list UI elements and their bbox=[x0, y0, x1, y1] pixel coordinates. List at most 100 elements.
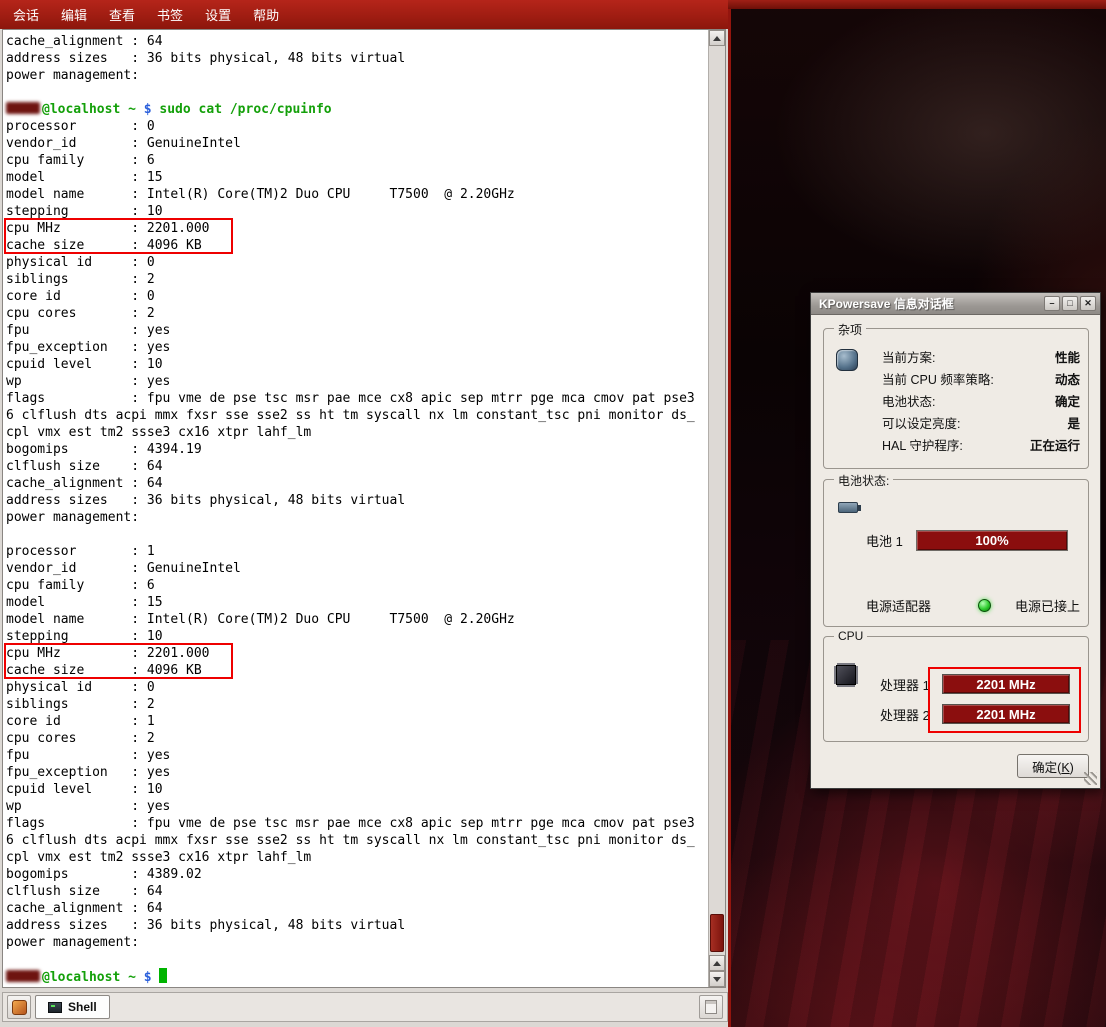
minimize-button[interactable]: – bbox=[1044, 296, 1060, 311]
terminal-line: bogomips : 4389.02 bbox=[6, 866, 708, 883]
row-label: 当前方案: bbox=[882, 347, 935, 366]
dialog-body: 杂项 当前方案:性能当前 CPU 频率策略:动态电池状态:确定可以设定亮度:是H… bbox=[811, 316, 1100, 788]
terminal-body: cache_alignment : 64address sizes : 36 b… bbox=[2, 29, 726, 988]
group-legend: 杂项 bbox=[834, 321, 866, 338]
group-legend: 电池状态: bbox=[834, 472, 893, 489]
terminal-line: fpu_exception : yes bbox=[6, 764, 708, 781]
row-value: 正在运行 bbox=[1030, 435, 1080, 454]
battery-progressbar: 100% bbox=[916, 530, 1068, 551]
battery-label: 电池 1 bbox=[866, 531, 910, 550]
terminal-scrollbar[interactable] bbox=[708, 30, 725, 987]
menu-item-help[interactable]: 帮助 bbox=[242, 1, 290, 28]
row-value: 性能 bbox=[1055, 347, 1080, 366]
cpu-row: 处理器 12201 MHz bbox=[880, 669, 1074, 699]
menubar: 会话编辑查看书签设置帮助 bbox=[0, 0, 728, 29]
terminal-line: fpu_exception : yes bbox=[6, 339, 708, 356]
menu-item-session[interactable]: 会话 bbox=[2, 1, 50, 28]
resize-grip[interactable] bbox=[1084, 772, 1097, 785]
dialog-titlebar[interactable]: KPowersave 信息对话框 – □ ✕ bbox=[811, 293, 1100, 315]
misc-row: 可以设定亮度: 是 bbox=[882, 411, 1080, 433]
terminal-line: model : 15 bbox=[6, 169, 708, 186]
menu-item-bookmarks[interactable]: 书签 bbox=[146, 1, 194, 28]
scroll-up-button-bottom[interactable] bbox=[709, 955, 725, 971]
terminal-line: siblings : 2 bbox=[6, 696, 708, 713]
menu-item-view[interactable]: 查看 bbox=[98, 1, 146, 28]
terminal-line: address sizes : 36 bits physical, 48 bit… bbox=[6, 50, 708, 67]
terminal-line: 6 clflush dts acpi mmx fxsr sse sse2 ss … bbox=[6, 832, 708, 849]
misc-row: 当前方案: 性能 bbox=[882, 345, 1080, 367]
battery-icon bbox=[838, 502, 858, 513]
terminal-line: stepping : 10 bbox=[6, 203, 708, 220]
terminal-line: processor : 0 bbox=[6, 118, 708, 135]
tab-shell[interactable]: Shell bbox=[35, 995, 110, 1019]
terminal-line: flags : fpu vme de pse tsc msr pae mce c… bbox=[6, 815, 708, 832]
row-value: 动态 bbox=[1055, 369, 1080, 388]
cpu-frequency-badge: 2201 MHz bbox=[942, 674, 1070, 694]
misc-row: HAL 守护程序: 正在运行 bbox=[882, 433, 1080, 455]
terminal-line: clflush size : 64 bbox=[6, 883, 708, 900]
cpu-rows: 处理器 12201 MHz处理器 22201 MHz bbox=[880, 669, 1074, 729]
row-value: 确定 bbox=[1055, 391, 1080, 410]
terminal-line bbox=[6, 951, 708, 968]
desktop-top-strip bbox=[728, 0, 1106, 9]
terminal-line: model : 15 bbox=[6, 594, 708, 611]
terminal-output[interactable]: cache_alignment : 64address sizes : 36 b… bbox=[3, 30, 708, 987]
cpu-frequency-badge: 2201 MHz bbox=[942, 704, 1070, 724]
battery-percent: 100% bbox=[975, 533, 1008, 548]
menu-item-edit[interactable]: 编辑 bbox=[50, 1, 98, 28]
terminal-line: cpu cores : 2 bbox=[6, 730, 708, 747]
terminal-line: address sizes : 36 bits physical, 48 bit… bbox=[6, 492, 708, 509]
terminal-line: physical id : 0 bbox=[6, 254, 708, 271]
terminal-line: cpl vmx est tm2 ssse3 cx16 xtpr lahf_lm bbox=[6, 424, 708, 441]
adapter-row: 电源适配器 电源已接上 bbox=[866, 596, 1080, 615]
terminal-line: cpu cores : 2 bbox=[6, 305, 708, 322]
arrow-down-icon bbox=[713, 977, 721, 982]
menu-item-settings[interactable]: 设置 bbox=[194, 1, 242, 28]
scrollbar-thumb[interactable] bbox=[710, 914, 724, 952]
group-misc: 杂项 当前方案:性能当前 CPU 频率策略:动态电池状态:确定可以设定亮度:是H… bbox=[823, 328, 1089, 469]
session-list-icon bbox=[705, 1000, 717, 1014]
terminal-line: power management: bbox=[6, 509, 708, 526]
session-tabbar: Shell bbox=[2, 992, 728, 1022]
ok-button[interactable]: 确定(K) bbox=[1017, 754, 1089, 778]
row-label: 可以设定亮度: bbox=[882, 413, 960, 432]
session-list-button[interactable] bbox=[699, 995, 723, 1019]
terminal-line: address sizes : 36 bits physical, 48 bit… bbox=[6, 917, 708, 934]
adapter-led-icon bbox=[978, 599, 991, 612]
screen: 会话编辑查看书签设置帮助 cache_alignment : 64address… bbox=[0, 0, 1106, 1027]
terminal-line: power management: bbox=[6, 67, 708, 84]
row-value: 是 bbox=[1067, 413, 1080, 432]
row-label: HAL 守护程序: bbox=[882, 435, 963, 454]
adapter-label: 电源适配器 bbox=[866, 596, 954, 615]
terminal-line: cache_alignment : 64 bbox=[6, 475, 708, 492]
maximize-button[interactable]: □ bbox=[1062, 296, 1078, 311]
terminal-line: core id : 0 bbox=[6, 288, 708, 305]
terminal-line: cache size : 4096 KB bbox=[6, 237, 708, 254]
cpu-icon bbox=[836, 665, 856, 685]
terminal-lines: cache_alignment : 64address sizes : 36 b… bbox=[6, 33, 708, 985]
misc-row: 当前 CPU 频率策略:动态 bbox=[882, 367, 1080, 389]
terminal-line: cpu family : 6 bbox=[6, 577, 708, 594]
terminal-line: cpu MHz : 2201.000 bbox=[6, 220, 708, 237]
scroll-down-button[interactable] bbox=[709, 971, 725, 987]
group-legend: CPU bbox=[834, 629, 867, 643]
new-session-button[interactable] bbox=[7, 995, 31, 1019]
tab-label: Shell bbox=[68, 1000, 97, 1014]
row-label: 电池状态: bbox=[882, 391, 935, 410]
prompt-symbol: $ bbox=[144, 970, 160, 985]
terminal-line: vendor_id : GenuineIntel bbox=[6, 560, 708, 577]
terminal-line bbox=[6, 84, 708, 101]
new-session-icon bbox=[12, 1000, 27, 1015]
terminal-line: clflush size : 64 bbox=[6, 458, 708, 475]
terminal-line: wp : yes bbox=[6, 373, 708, 390]
terminal-line: stepping : 10 bbox=[6, 628, 708, 645]
terminal-line: bogomips : 4394.19 bbox=[6, 441, 708, 458]
prompt-symbol: $ bbox=[144, 102, 160, 117]
group-cpu: CPU 处理器 12201 MHz处理器 22201 MHz bbox=[823, 636, 1089, 742]
terminal-line bbox=[6, 526, 708, 543]
command-text: sudo cat /proc/cpuinfo bbox=[159, 102, 331, 117]
arrow-up-icon bbox=[713, 36, 721, 41]
terminal-line: physical id : 0 bbox=[6, 679, 708, 696]
close-button[interactable]: ✕ bbox=[1080, 296, 1096, 311]
scroll-up-button[interactable] bbox=[709, 30, 725, 46]
